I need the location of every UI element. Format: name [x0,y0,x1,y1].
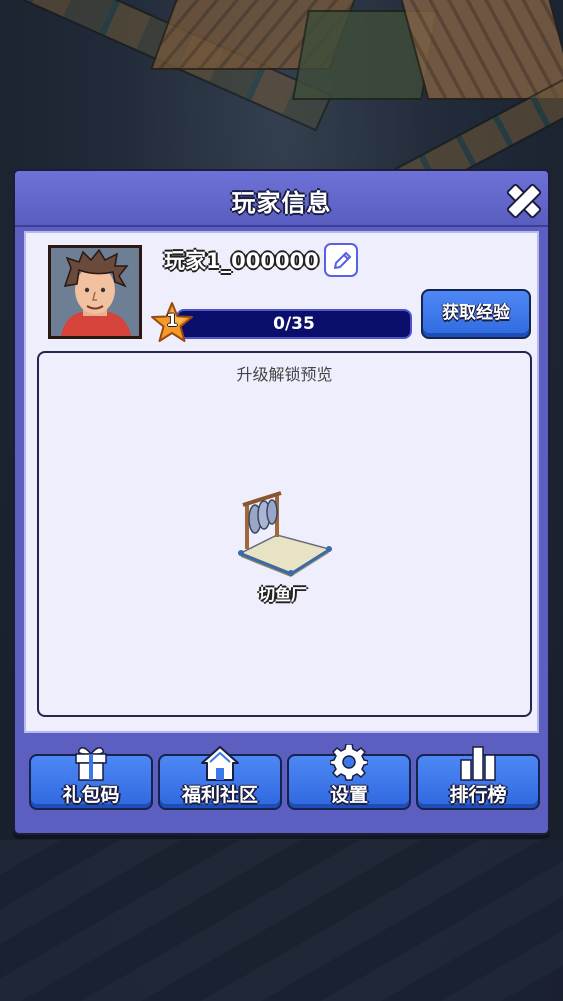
modal-title: 玩家信息 [231,189,332,217]
xp-text: 0/35 [273,314,315,334]
modal-content: 玩家1_000000 0/35 1 获取经验 升级解锁预览 切鱼厂 [24,231,539,733]
settings-button[interactable]: 设置 [287,744,411,810]
settings-label: 设置 [329,784,368,806]
background-buildings [0,840,563,1001]
player-name: 玩家1_000000 [164,249,319,273]
leaderboard-icon [460,746,496,781]
player-info-modal: 玩家信息 玩家1_000000 0/35 1 获取经验 升级解锁预览 切鱼厂 礼… [13,169,550,835]
modal-header: 玩家信息 [15,171,548,227]
gift-code-button[interactable]: 礼包码 [29,747,153,810]
welfare-community-label: 福利社区 [181,784,258,806]
house-icon [201,746,239,781]
avatar[interactable] [48,245,142,339]
gift-code-label: 礼包码 [62,784,120,806]
xp-progress-bar: 0/35 [176,309,412,339]
unlock-item[interactable]: 切鱼厂 [233,483,333,608]
fish-cutting-factory-icon [238,491,332,577]
pencil-icon [334,252,351,269]
level-number: 1 [166,311,178,331]
edit-name-button[interactable] [324,243,358,277]
unlock-preview-panel: 升级解锁预览 切鱼厂 [37,351,532,717]
leaderboard-button[interactable]: 排行榜 [416,746,540,810]
unlock-preview-title: 升级解锁预览 [236,365,333,384]
get-xp-button[interactable]: 获取经验 [421,289,531,339]
close-button[interactable] [502,179,542,219]
welfare-community-button[interactable]: 福利社区 [158,746,282,810]
avatar-portrait-icon [51,248,139,336]
gift-icon [75,747,107,781]
level-badge: 1 [150,301,194,345]
gear-icon [330,744,368,781]
unlock-item-label: 切鱼厂 [258,585,307,604]
leaderboard-label: 排行榜 [449,784,507,806]
